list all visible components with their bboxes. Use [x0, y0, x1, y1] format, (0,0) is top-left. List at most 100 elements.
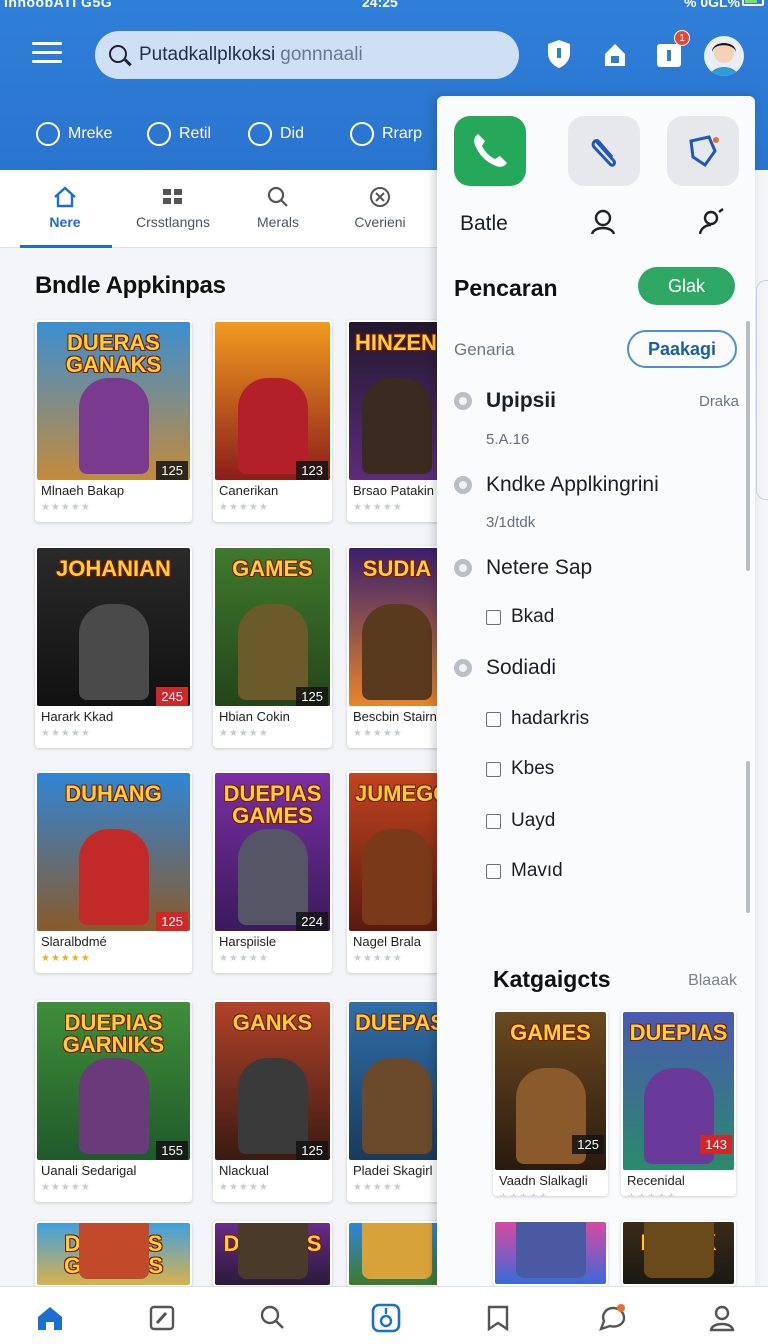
filter-sub-label: 5.A.16 — [486, 431, 529, 448]
game-card[interactable] — [347, 1221, 447, 1287]
filter-checkbox-option[interactable]: Mavıd — [454, 860, 563, 882]
game-character — [362, 604, 432, 700]
nav-profile[interactable] — [706, 1302, 738, 1334]
tab-merals[interactable]: Merals — [252, 186, 304, 230]
game-character — [237, 1223, 308, 1279]
game-card[interactable]: GANKS 125 Nlackual ★★★★★ — [213, 1000, 332, 1202]
nav-edit[interactable] — [146, 1302, 178, 1334]
game-card[interactable]: 123 Canerikan ★★★★★ — [213, 320, 332, 522]
edit-shield-icon — [689, 135, 719, 168]
radio-icon — [454, 659, 472, 677]
game-card[interactable]: DUEPIAS — [213, 1221, 332, 1287]
game-card[interactable] — [493, 1220, 608, 1286]
game-title: Brsao Patakin — [353, 483, 434, 498]
game-logo: HINZENI — [355, 330, 443, 355]
menu-icon[interactable] — [32, 42, 62, 66]
filter-radio-option[interactable]: Upipsii — [454, 389, 556, 413]
game-title: Canerikan — [219, 483, 279, 498]
rating-stars: ★★★★★ — [353, 953, 403, 964]
user-icon[interactable] — [589, 208, 617, 241]
notification-icon[interactable]: 1 — [654, 30, 690, 70]
filter-radio-option[interactable]: Kndke Applkingrini — [454, 473, 659, 497]
rating-stars: ★★★★★ — [627, 1192, 677, 1196]
game-logo: JUMEGGR — [355, 781, 445, 806]
filter-radio-option[interactable]: Netere Sap — [454, 556, 592, 580]
game-logo: GAMES — [510, 1020, 591, 1045]
game-card[interactable]: HINZENI Brsao Patakin ★★★★★ — [347, 320, 447, 522]
game-card[interactable]: DUEPIAS GAMAGS — [35, 1221, 192, 1287]
game-count-badge: 125 — [156, 912, 188, 931]
quick-action-rrarp[interactable]: Rrarp — [350, 119, 422, 149]
game-character — [78, 604, 149, 700]
filter-label: Mavıd — [511, 860, 563, 881]
game-card[interactable]: GAMES 125 Vaadn Slalkagli ★★★★★ — [493, 1010, 608, 1196]
rating-stars: ★★★★★ — [41, 728, 91, 739]
game-cover-art — [349, 1223, 445, 1285]
nav-bookmark[interactable] — [482, 1302, 514, 1334]
edit-shield-app-tile[interactable] — [667, 116, 739, 186]
game-card[interactable]: DUEPIAS GARNIKS 155 Uanali Sedarigal ★★★★★ — [35, 1000, 192, 1202]
tab-crsstlangns[interactable]: Crsstlangns — [128, 186, 218, 230]
nav-home[interactable] — [34, 1302, 66, 1334]
game-card[interactable]: JOHANIAN 245 Harark Kkad ★★★★★ — [35, 546, 192, 748]
game-title: Mlnaeh Bakap — [41, 483, 125, 498]
nav-app[interactable] — [370, 1302, 402, 1334]
game-cover-art — [495, 1222, 606, 1284]
tab-nere[interactable]: Nere — [40, 186, 90, 230]
tab-cverieni[interactable]: Cverieni — [352, 186, 408, 230]
game-logo: SUDIA — [362, 556, 432, 581]
game-cover-art: DUEPIAS — [215, 1223, 330, 1285]
notification-badge: 1 — [674, 30, 690, 46]
active-tab-indicator — [20, 245, 112, 248]
search-input[interactable]: Putadkallplkoksi gonnnaali — [95, 31, 519, 79]
panel-scrollbar-top[interactable] — [746, 321, 750, 571]
filter-checkbox-option[interactable]: Kbes — [454, 758, 554, 780]
filter-checkbox-option[interactable]: Uayd — [454, 810, 555, 832]
avatar[interactable] — [704, 36, 744, 76]
game-card[interactable]: DUERAS GANAKS 125 Mlnaeh Bakap ★★★★★ — [35, 320, 192, 522]
checkbox-icon — [486, 711, 501, 727]
game-card[interactable]: GAMES 125 Hbian Cokin ★★★★★ — [213, 546, 332, 748]
game-card[interactable]: JUMEGGR Nagel Brala ★★★★★ — [347, 771, 447, 973]
glak-button[interactable]: Glak — [638, 267, 735, 305]
home-icon — [53, 186, 77, 208]
game-count-badge: 125 — [296, 1141, 328, 1160]
game-logo: GANKS — [232, 1010, 313, 1035]
filter-radio-option[interactable]: Sodiadi — [454, 656, 556, 680]
game-logo: DUEPIAS GAMES — [223, 781, 322, 828]
game-card[interactable]: DUEPIAS 143 Recenidal ★★★★★ — [621, 1010, 736, 1196]
rating-stars: ★★★★★ — [499, 1192, 549, 1196]
game-character — [78, 378, 149, 474]
filter-checkbox-option[interactable]: Bkad — [454, 606, 554, 628]
game-card[interactable]: SUDIA Bescbin Stairn ★★★★★ — [347, 546, 447, 748]
game-cover-art: SUDIA — [349, 548, 445, 706]
game-title: Harspiisle — [219, 934, 277, 949]
game-card[interactable]: DUHANG 125 Slaralbdmé ★★★★★ — [35, 771, 192, 973]
paperclip-app-tile[interactable] — [568, 116, 640, 186]
game-cover-art — [215, 322, 330, 480]
edge-handle[interactable] — [756, 280, 768, 500]
nav-chat[interactable] — [596, 1302, 628, 1334]
paakagi-button[interactable]: Paakagi — [627, 330, 737, 368]
game-logo: DUEPAS — [355, 1010, 445, 1035]
quick-action-did[interactable]: Did — [248, 119, 304, 149]
game-character — [362, 378, 432, 474]
shield-icon[interactable] — [544, 38, 574, 70]
game-title: Nagel Brala — [353, 934, 421, 949]
filter-label: hadarkris — [511, 708, 590, 729]
panel-scrollbar-bottom[interactable] — [746, 761, 750, 913]
nav-search[interactable] — [256, 1302, 288, 1334]
game-count-badge: 224 — [296, 912, 328, 931]
quick-action-label: Mreke — [68, 125, 113, 142]
game-card[interactable]: DIADIK — [621, 1220, 736, 1286]
lock-icon[interactable] — [600, 38, 630, 70]
quick-action-retil[interactable]: Retil — [147, 119, 211, 149]
filter-checkbox-option[interactable]: hadarkris — [454, 708, 589, 730]
quick-action-mreke[interactable]: Mreke — [36, 119, 112, 149]
phone-app-tile[interactable] — [454, 116, 526, 186]
game-card[interactable]: DUEPAS Pladei Skagirl ★★★★★ — [347, 1000, 447, 1202]
user-search-icon[interactable] — [696, 208, 724, 241]
kategori-more-link[interactable]: Blaaak — [688, 972, 737, 990]
game-title: Harark Kkad — [41, 709, 114, 724]
game-card[interactable]: DUEPIAS GAMES 224 Harspiisle ★★★★★ — [213, 771, 332, 973]
